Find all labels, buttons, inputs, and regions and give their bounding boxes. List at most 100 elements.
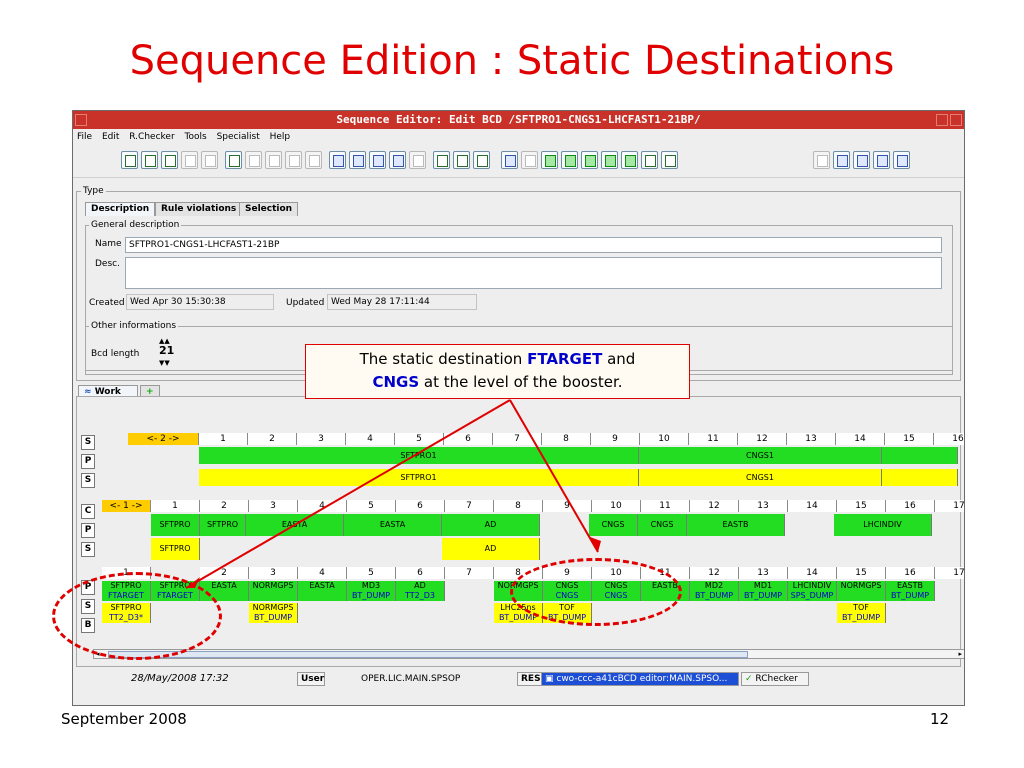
cps-row2-block[interactable]: AD: [442, 538, 540, 560]
horizontal-scrollbar[interactable]: ◂ ▸: [93, 649, 964, 659]
beam-remove-icon[interactable]: [581, 151, 598, 169]
psb-row1-block[interactable]: EASTA: [298, 581, 347, 601]
cps-row1-block[interactable]: CNGS: [638, 514, 687, 536]
menu-rchecker[interactable]: R.Checker: [129, 132, 174, 142]
psb-row1-block[interactable]: NORMGPS: [249, 581, 298, 601]
menu-file[interactable]: File: [77, 132, 92, 142]
sps-row2-block[interactable]: CNGS1: [639, 469, 882, 486]
created-field: Wed Apr 30 15:30:38: [126, 294, 274, 310]
menu-help[interactable]: Help: [270, 132, 291, 142]
cps-row2-block[interactable]: SFTPRO: [151, 538, 200, 560]
psb-row1-block[interactable]: MD1 BT_DUMP: [739, 581, 788, 601]
edit-document-icon[interactable]: [225, 151, 242, 169]
tools-icon[interactable]: [453, 151, 470, 169]
name-field[interactable]: SFTPRO1-CNGS1-LHCFAST1-21BP: [125, 237, 942, 253]
minimize-icon[interactable]: [936, 114, 948, 126]
block-line-2: BT_DUMP: [743, 591, 783, 600]
tab-rule-violations[interactable]: Rule violations: [155, 202, 243, 216]
table-view-icon[interactable]: [893, 151, 910, 169]
edit-document-3-icon[interactable]: [265, 151, 282, 169]
bcd-length-value[interactable]: 21: [159, 345, 174, 357]
cps-row1-block[interactable]: LHCINDIV: [834, 514, 932, 536]
table-add-icon[interactable]: [833, 151, 850, 169]
redo-icon[interactable]: [521, 151, 538, 169]
menu-edit[interactable]: Edit: [102, 132, 119, 142]
rchecker-status[interactable]: ✓ RChecker: [741, 672, 809, 686]
tab-description[interactable]: Description: [85, 202, 156, 216]
psb-row1-block[interactable]: MD3 BT_DUMP: [347, 581, 396, 601]
highlight-circle-cngs: [510, 558, 682, 626]
paste-document-icon[interactable]: [201, 151, 218, 169]
window-title: Sequence Editor: Edit BCD /SFTPRO1-CNGS1…: [336, 113, 701, 126]
block-line-1: EASTB: [897, 581, 923, 590]
save-icon[interactable]: [433, 151, 450, 169]
calendar-edit-icon[interactable]: [369, 151, 386, 169]
beam-add-icon[interactable]: [561, 151, 578, 169]
status-res-value[interactable]: ▣ cwo-ccc-a41cBCD editor:MAIN.SPSO...: [541, 672, 739, 686]
cps-row1-block[interactable]: AD: [442, 514, 540, 536]
sps-row1-block[interactable]: CNGS1: [639, 447, 882, 464]
calendar-icon[interactable]: [329, 151, 346, 169]
desc-field[interactable]: [125, 257, 942, 289]
status-res-text: cwo-ccc-a41cBCD editor:MAIN.SPSO...: [556, 674, 728, 684]
cps-row1-block[interactable]: EASTA: [246, 514, 344, 536]
beam-edit-icon[interactable]: [601, 151, 618, 169]
table-remove-icon[interactable]: [853, 151, 870, 169]
cps-column-header: 17: [935, 500, 964, 512]
cps-row1-block[interactable]: SFTPRO: [200, 514, 246, 536]
psb-row2-block[interactable]: NORMGPS BT_DUMP: [249, 603, 298, 623]
cps-column-header: 14: [788, 500, 837, 512]
new-document-icon[interactable]: [121, 151, 138, 169]
highlight-circle-ftarget: [52, 572, 222, 660]
psb-row2-block[interactable]: TOF BT_DUMP: [837, 603, 886, 623]
sps-column-header: 1: [199, 433, 248, 445]
scrollbar-thumb[interactable]: [108, 651, 748, 658]
decrement-arrow-icon[interactable]: ▼▼: [159, 357, 170, 369]
psb-row1-block[interactable]: LHCINDIV SPS_DUMP: [788, 581, 837, 601]
calendar-add-icon[interactable]: [349, 151, 366, 169]
psb-row1-block[interactable]: AD TT2_D3: [396, 581, 445, 601]
window-menu-icon[interactable]: [75, 114, 87, 126]
sps-row2-block[interactable]: [882, 469, 958, 486]
cps-row1-block[interactable]: EASTA: [344, 514, 442, 536]
import-document-icon[interactable]: [161, 151, 178, 169]
check-icon[interactable]: [473, 151, 490, 169]
tab-selection[interactable]: Selection: [239, 202, 299, 216]
beam-select-icon[interactable]: [541, 151, 558, 169]
sps-column-header: 13: [787, 433, 836, 445]
move-icon[interactable]: [641, 151, 658, 169]
sps-column-header: 10: [640, 433, 689, 445]
edit-document-2-icon[interactable]: [245, 151, 262, 169]
window-titlebar[interactable]: Sequence Editor: Edit BCD /SFTPRO1-CNGS1…: [73, 111, 964, 129]
psb-column-header: 2: [200, 567, 249, 579]
cps-row1-block[interactable]: CNGS: [589, 514, 638, 536]
psb-column-header: 6: [396, 567, 445, 579]
undo-icon[interactable]: [501, 151, 518, 169]
open-document-icon[interactable]: [141, 151, 158, 169]
cps-row1-block[interactable]: SFTPRO: [151, 514, 200, 536]
clipboard-icon[interactable]: [661, 151, 678, 169]
sps-row2-block[interactable]: SFTPRO1: [199, 469, 639, 486]
menu-tools[interactable]: Tools: [185, 132, 207, 142]
sps-row1-block[interactable]: SFTPRO1: [199, 447, 639, 464]
sps-row1-block[interactable]: [882, 447, 958, 464]
edit-document-5-icon[interactable]: [305, 151, 322, 169]
copy-document-icon[interactable]: [181, 151, 198, 169]
cps-row1-block[interactable]: EASTB: [687, 514, 785, 536]
close-icon[interactable]: [950, 114, 962, 126]
psb-row1-block[interactable]: EASTB BT_DUMP: [886, 581, 935, 601]
menu-specialist[interactable]: Specialist: [217, 132, 260, 142]
general-description-label: General description: [89, 220, 182, 230]
psb-row1-block[interactable]: NORMGPS: [837, 581, 886, 601]
sps-column-header: 2: [248, 433, 297, 445]
callout-keyword-cngs: CNGS: [372, 373, 420, 391]
beam-cut-icon[interactable]: [621, 151, 638, 169]
edit-document-4-icon[interactable]: [285, 151, 302, 169]
table-insert-icon[interactable]: [873, 151, 890, 169]
grid-icon[interactable]: [813, 151, 830, 169]
block-line-1: MD2: [704, 581, 724, 590]
calendar-disabled-icon[interactable]: [409, 151, 426, 169]
calendar-remove-icon[interactable]: [389, 151, 406, 169]
scroll-right-icon[interactable]: ▸: [958, 650, 962, 658]
psb-row1-block[interactable]: MD2 BT_DUMP: [690, 581, 739, 601]
